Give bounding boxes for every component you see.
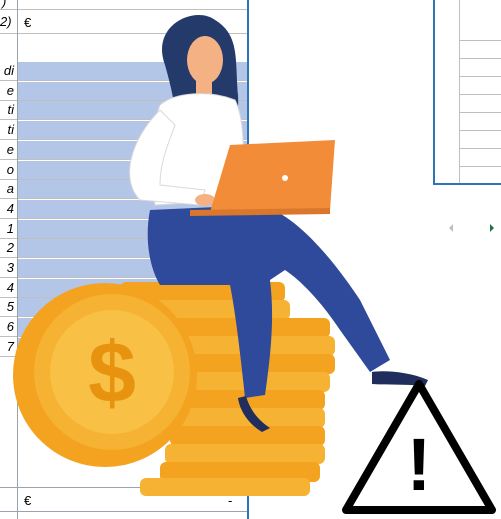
dollar-coin-icon: $	[13, 283, 197, 467]
warning-symbol: !	[407, 423, 432, 506]
warning-triangle-icon: !	[342, 380, 496, 514]
coin-symbol: $	[88, 325, 136, 421]
